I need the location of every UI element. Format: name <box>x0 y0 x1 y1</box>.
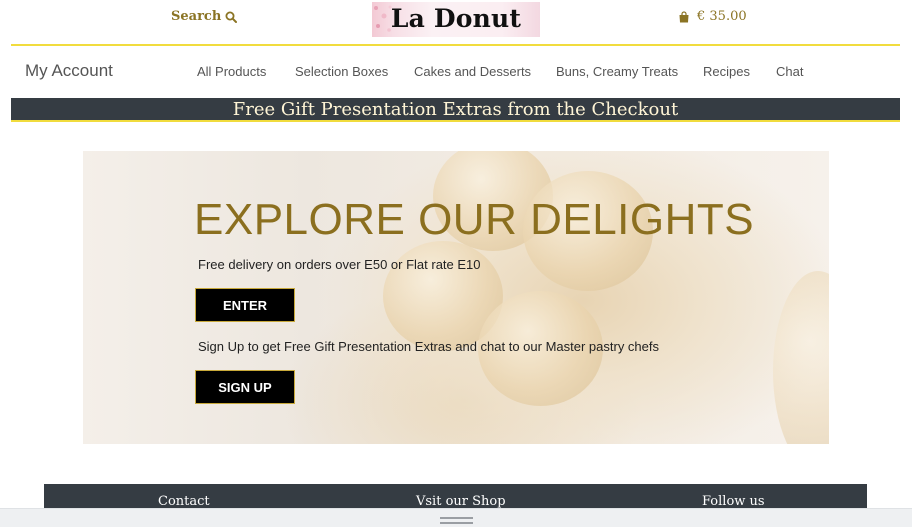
header-divider <box>11 44 900 46</box>
search-link[interactable]: Search <box>171 9 238 24</box>
top-header: Search La Donut € 35.00 <box>0 0 912 44</box>
promo-banner-divider <box>11 120 900 122</box>
hero-title: EXPLORE OUR DELIGHTS <box>194 195 755 244</box>
nav-item-cakes-and-desserts[interactable]: Cakes and Desserts <box>414 64 531 79</box>
nav-item-chat[interactable]: Chat <box>776 64 803 79</box>
hero-section: EXPLORE OUR DELIGHTS Free delivery on or… <box>83 151 829 444</box>
promo-banner-text: Free Gift Presentation Extras from the C… <box>232 99 679 120</box>
main-nav: All Products Selection Boxes Cakes and D… <box>0 64 912 84</box>
shopping-bag-icon <box>679 10 689 22</box>
search-label: Search <box>171 9 222 24</box>
logo-text: La Donut <box>390 4 522 33</box>
footer-contact[interactable]: Contact <box>158 494 210 509</box>
nav-item-recipes[interactable]: Recipes <box>703 64 750 79</box>
bottom-sheet-handle-bar[interactable] <box>0 508 912 527</box>
footer-visit-shop[interactable]: Vsit our Shop <box>416 494 506 509</box>
nav-item-buns-creamy-treats[interactable]: Buns, Creamy Treats <box>556 64 678 79</box>
site-logo[interactable]: La Donut <box>372 2 540 37</box>
pastry-decoration <box>773 271 829 444</box>
signup-button[interactable]: SIGN UP <box>195 370 295 404</box>
enter-button[interactable]: ENTER <box>195 288 295 322</box>
cart-link[interactable]: € 35.00 <box>678 9 747 24</box>
delivery-info: Free delivery on orders over E50 or Flat… <box>198 257 481 272</box>
cart-total: € 35.00 <box>697 9 747 24</box>
footer-follow-us[interactable]: Follow us <box>702 494 765 509</box>
search-icon <box>225 11 238 23</box>
nav-item-selection-boxes[interactable]: Selection Boxes <box>295 64 388 79</box>
drag-handle-line <box>440 517 473 519</box>
signup-info: Sign Up to get Free Gift Presentation Ex… <box>198 339 659 354</box>
drag-handle-line <box>440 522 473 524</box>
nav-item-all-products[interactable]: All Products <box>197 64 266 79</box>
promo-banner: Free Gift Presentation Extras from the C… <box>11 98 900 120</box>
